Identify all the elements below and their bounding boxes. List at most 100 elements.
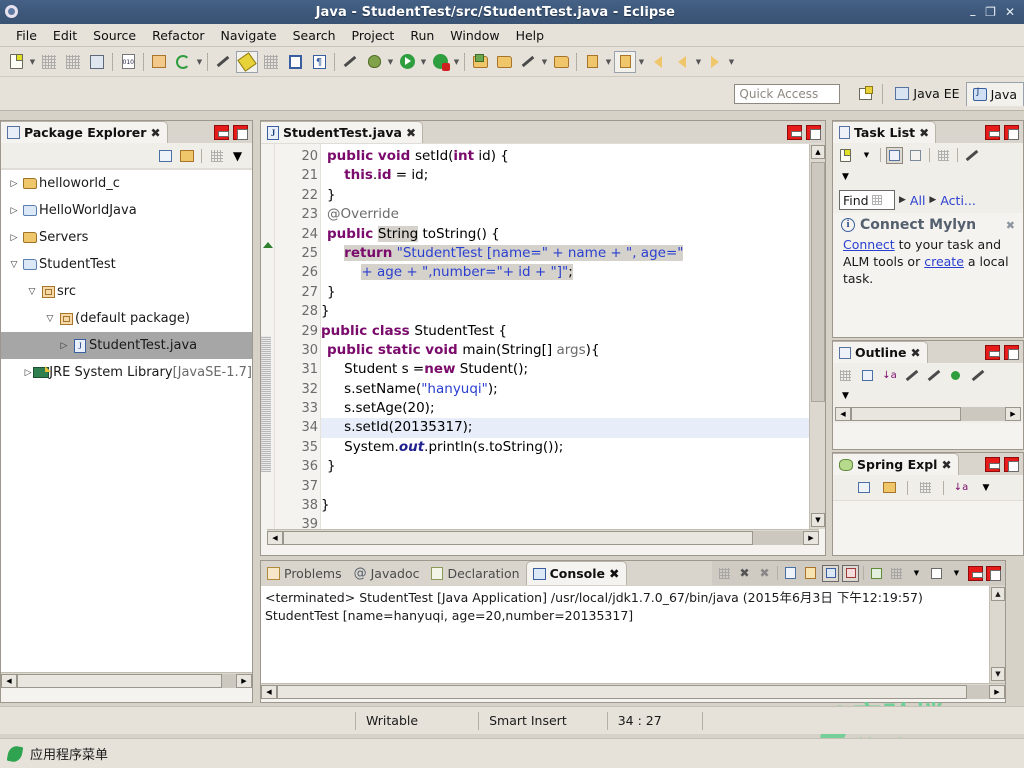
console-output[interactable]: <terminated> StudentTest [Java Applicati… <box>261 585 1005 683</box>
open-console-dropdown-arrow[interactable]: ▼ <box>948 565 965 582</box>
menu-edit[interactable]: Edit <box>45 26 85 45</box>
maximize-view-button[interactable] <box>1004 456 1019 472</box>
menu-project[interactable]: Project <box>344 26 403 45</box>
package-explorer-hscrollbar[interactable]: ◀ ▶ <box>1 672 252 688</box>
view-menu-icon[interactable]: ▼ <box>837 388 854 405</box>
minimize-view-button[interactable] <box>214 124 229 140</box>
scroll-lock-icon[interactable] <box>802 565 819 582</box>
menu-source[interactable]: Source <box>85 26 144 45</box>
view-menu-icon[interactable]: ▼ <box>978 479 995 496</box>
skip-breakpoints-icon[interactable] <box>260 51 282 73</box>
menu-search[interactable]: Search <box>285 26 344 45</box>
scroll-down-button[interactable]: ▼ <box>811 513 825 527</box>
chevron-right-icon[interactable] <box>7 233 21 243</box>
outline-hscrollbar[interactable]: ◀ ▶ <box>833 405 1023 423</box>
sort-icon[interactable]: ↓a <box>881 367 898 384</box>
editor-vscrollbar[interactable]: ▲ ▼ <box>809 144 825 529</box>
view-menu-filter-icon[interactable] <box>208 147 225 164</box>
chevron-down-icon[interactable] <box>7 260 21 270</box>
minimize-button[interactable]: – <box>970 9 977 22</box>
new-class-dropdown-arrow[interactable]: ▼ <box>195 58 204 66</box>
create-link[interactable]: create <box>924 254 964 269</box>
tab-declaration[interactable]: Declaration <box>425 561 525 585</box>
editor-hscrollbar[interactable]: ◀ ▶ <box>267 529 819 545</box>
tree-item-servers[interactable]: Servers <box>1 224 252 251</box>
tab-javadoc[interactable]: @ Javadoc <box>348 561 426 585</box>
scroll-left-button[interactable]: ◀ <box>261 684 277 699</box>
new-package-icon[interactable] <box>148 51 170 73</box>
scroll-up-button[interactable]: ▲ <box>811 145 825 159</box>
minimize-editor-button[interactable] <box>787 124 802 140</box>
new-dropdown-arrow[interactable]: ▼ <box>28 58 37 66</box>
task-find-input[interactable]: Find <box>839 190 895 210</box>
hscroll-thumb[interactable] <box>17 673 222 688</box>
show-whitespace-icon[interactable]: ¶ <box>308 51 330 73</box>
tab-outline[interactable]: Outline ✖ <box>833 341 928 363</box>
maximize-view-button[interactable] <box>1004 344 1019 360</box>
focus-on-workweek-icon[interactable] <box>935 147 952 164</box>
tree-item-default-package[interactable]: (default package) <box>1 305 252 332</box>
scroll-right-button[interactable]: ▶ <box>1005 407 1021 421</box>
show-console-on-output-icon[interactable] <box>822 564 839 582</box>
minimize-view-button[interactable] <box>968 565 983 581</box>
hide-local-icon[interactable] <box>969 367 986 384</box>
maximize-view-button[interactable] <box>1004 124 1019 140</box>
perspective-tab-java[interactable]: Java <box>965 81 1024 106</box>
collapse-all-icon[interactable] <box>859 367 876 384</box>
editor-marker-gutter[interactable] <box>261 144 275 529</box>
chevron-right-icon[interactable] <box>57 341 71 351</box>
minimize-view-button[interactable] <box>985 456 1000 472</box>
close-button[interactable]: ✕ <box>1005 6 1015 18</box>
open-type-icon[interactable] <box>212 51 234 73</box>
tab-package-explorer[interactable]: Package Explorer ✖ <box>1 121 168 143</box>
hscroll-thumb[interactable] <box>283 530 753 545</box>
scroll-left-button[interactable]: ◀ <box>1 673 17 688</box>
forward-dropdown-arrow[interactable]: ▼ <box>727 58 736 66</box>
code-area[interactable]: 20 21 22 23 24 25 26 27 28 29 30 31 32 3… <box>261 143 825 529</box>
new-task-dropdown-arrow[interactable]: ▼ <box>858 147 875 164</box>
close-icon[interactable]: ✖ <box>609 566 619 581</box>
chevron-down-icon[interactable] <box>25 287 39 297</box>
chevron-right-icon[interactable] <box>7 179 21 189</box>
debug-icon[interactable] <box>363 51 385 73</box>
maximize-view-button[interactable] <box>233 124 248 140</box>
clear-console-icon[interactable] <box>782 565 799 582</box>
hide-fields-icon[interactable] <box>903 367 920 384</box>
menu-file[interactable]: File <box>8 26 45 45</box>
focus-icon[interactable] <box>837 367 854 384</box>
terminate-icon[interactable] <box>716 565 733 582</box>
hide-static-icon[interactable] <box>925 367 942 384</box>
hex-editor-icon[interactable]: 010 <box>117 51 139 73</box>
open-console-icon[interactable] <box>928 565 945 582</box>
spring-explorer-content[interactable] <box>833 501 1023 551</box>
scheduled-presentation-icon[interactable] <box>907 147 924 164</box>
menu-help[interactable]: Help <box>508 26 553 45</box>
categorized-presentation-icon[interactable] <box>886 146 903 164</box>
external-tools-dropdown-arrow[interactable]: ▼ <box>452 58 461 66</box>
tab-studenttest-java[interactable]: J StudentTest.java ✖ <box>261 121 424 143</box>
open-perspective-icon[interactable] <box>493 51 515 73</box>
filter-all[interactable]: All <box>910 193 926 208</box>
menu-navigate[interactable]: Navigate <box>213 26 285 45</box>
close-icon[interactable]: ✖ <box>150 126 160 140</box>
show-console-on-error-icon[interactable] <box>842 564 859 582</box>
run-icon[interactable] <box>396 51 418 73</box>
new-task-icon[interactable] <box>837 147 854 164</box>
scroll-right-button[interactable]: ▶ <box>236 673 252 688</box>
tab-spring-explorer[interactable]: Spring Expl ✖ <box>833 453 959 475</box>
save-all-icon[interactable] <box>62 51 84 73</box>
new-class-icon[interactable] <box>172 51 194 73</box>
new-jsp-icon[interactable] <box>469 51 491 73</box>
scroll-up-button[interactable]: ▲ <box>991 587 1005 601</box>
scroll-left-button[interactable]: ◀ <box>267 530 283 545</box>
maximize-editor-button[interactable] <box>806 124 821 140</box>
maximize-view-button[interactable] <box>986 565 1001 581</box>
tree-item-helloworld-c[interactable]: helloworld_c <box>1 170 252 197</box>
quick-access-input[interactable]: Quick Access <box>734 83 841 104</box>
next-annotation-dropdown-arrow[interactable]: ▼ <box>604 58 613 66</box>
console-hscrollbar[interactable]: ◀ ▶ <box>261 683 1005 699</box>
scroll-left-button[interactable]: ◀ <box>835 407 851 421</box>
new-wizard-icon[interactable] <box>5 51 27 73</box>
filter-active[interactable]: Acti... <box>940 193 976 208</box>
tab-problems[interactable]: Problems <box>261 561 348 585</box>
